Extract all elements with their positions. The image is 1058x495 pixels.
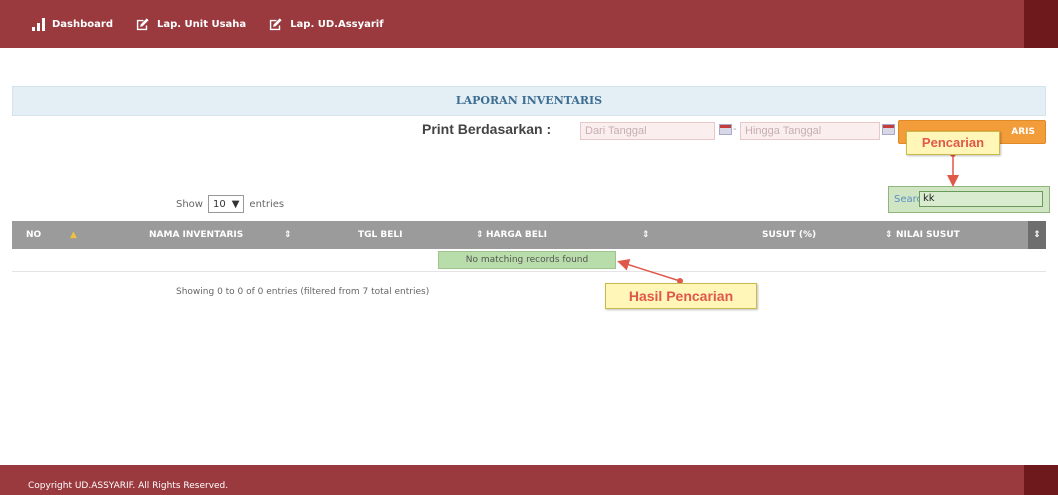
column-header-tgl-beli[interactable]: TGL BELI	[358, 221, 403, 249]
sort-icon[interactable]: ⇕	[1028, 221, 1046, 249]
copyright-text: Copyright UD.ASSYARIF. All Rights Reserv…	[28, 481, 229, 491]
nav-item-lap-ud-assyarif[interactable]: Lap. UD.Assyarif	[268, 17, 384, 32]
annotation-pencarian: Pencarian	[906, 131, 1000, 155]
page-length-select[interactable]: 10 ▼	[207, 195, 245, 213]
sort-icon[interactable]: ⇕	[284, 221, 292, 249]
sort-icon[interactable]: ⇕	[885, 221, 893, 249]
print-label: Print Berdasarkan :	[422, 121, 552, 137]
date-from-input[interactable]: Dari Tanggal	[580, 122, 715, 140]
column-header-nilai-susut[interactable]: NILAI SUSUT	[896, 221, 960, 249]
length-suffix: entries	[249, 198, 285, 210]
main-nav: Dashboard Lap. Unit Usaha Lap. UD.Assyar…	[32, 0, 384, 48]
date-separator: -	[733, 123, 737, 135]
table-header: NO ▲ NAMA INVENTARIS ⇕ TGL BELI ⇕ HARGA …	[12, 221, 1046, 249]
sort-asc-icon[interactable]: ▲	[70, 221, 77, 249]
sort-icon[interactable]: ⇕	[642, 221, 650, 249]
search-highlight: Search: kk	[888, 186, 1050, 213]
table-info: Showing 0 to 0 of 0 entries (filtered fr…	[176, 287, 430, 297]
chevron-down-icon: ▼	[231, 198, 240, 210]
edit-icon	[136, 17, 149, 30]
nav-item-label: Dashboard	[52, 18, 113, 30]
nav-item-lap-unit-usaha[interactable]: Lap. Unit Usaha	[135, 17, 246, 32]
bar-chart-icon	[32, 17, 45, 31]
edit-icon	[270, 17, 282, 30]
sort-icon[interactable]: ⇕	[476, 221, 484, 249]
footer: Copyright UD.ASSYARIF. All Rights Reserv…	[0, 465, 1058, 495]
page-length-value: 10	[212, 198, 226, 210]
nav-item-label: Lap. Unit Usaha	[157, 18, 247, 30]
navbar-end-block	[1024, 0, 1058, 48]
column-header-no[interactable]: NO	[26, 221, 41, 249]
calendar-icon[interactable]	[719, 124, 732, 135]
footer-end-block	[1024, 465, 1058, 495]
top-navbar: Dashboard Lap. Unit Usaha Lap. UD.Assyar…	[0, 0, 1058, 48]
column-header-harga-beli[interactable]: HARGA BELI	[486, 221, 547, 249]
table-divider	[12, 271, 1046, 272]
annotation-hasil-pencarian: Hasil Pencarian	[605, 283, 757, 309]
search-input[interactable]: kk	[919, 191, 1043, 207]
page-title: LAPORAN INVENTARIS	[12, 86, 1046, 116]
nav-item-label: Lap. UD.Assyarif	[290, 18, 384, 30]
column-header-nama-inventaris[interactable]: NAMA INVENTARIS	[149, 221, 243, 249]
length-control: Show 10 ▼ entries	[176, 195, 284, 213]
nav-item-dashboard[interactable]: Dashboard	[32, 17, 113, 31]
column-header-susut[interactable]: SUSUT (%)	[762, 221, 816, 249]
length-prefix: Show	[176, 198, 203, 210]
empty-result-row: No matching records found	[438, 251, 616, 269]
calendar-icon[interactable]	[882, 124, 895, 135]
date-to-input[interactable]: Hingga Tanggal	[740, 122, 880, 140]
